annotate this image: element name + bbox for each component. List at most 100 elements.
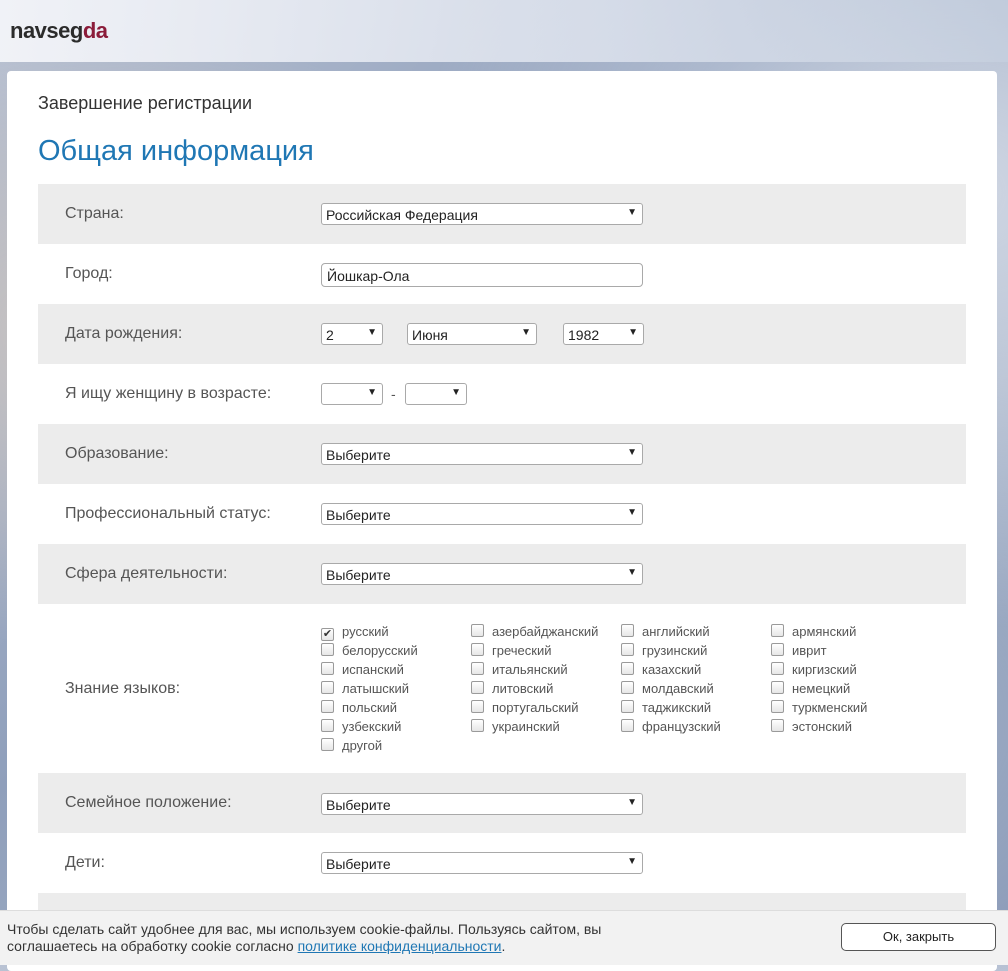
children-select[interactable]: Выберите ▼ — [321, 852, 643, 874]
logo-part-1: navseg — [10, 18, 83, 43]
age-range-label: Я ищу женщину в возрасте: — [65, 385, 272, 402]
language-option[interactable]: немецкий — [771, 681, 850, 699]
language-label: эстонский — [792, 719, 853, 734]
checkbox-icon[interactable] — [471, 643, 484, 656]
prof-status-row: Профессиональный статус: Выберите ▼ — [38, 484, 966, 544]
language-label: итальянский — [492, 662, 568, 677]
cookie-text: Чтобы сделать сайт удобнее для вас, мы и… — [7, 921, 627, 955]
checkbox-icon[interactable] — [621, 643, 634, 656]
page-title: Общая информация — [38, 135, 314, 167]
age-to-select[interactable]: ▼ — [405, 383, 467, 405]
language-option[interactable]: другой — [321, 738, 382, 756]
checkbox-icon[interactable] — [321, 700, 334, 713]
checkbox-icon[interactable] — [621, 681, 634, 694]
checkbox-checked-icon[interactable]: ✔ — [321, 628, 334, 641]
sphere-select[interactable]: Выберите ▼ — [321, 563, 643, 585]
language-label: грузинский — [642, 643, 708, 658]
language-option[interactable]: грузинский — [621, 643, 707, 661]
language-option[interactable]: казахский — [621, 662, 701, 680]
birth-month-select[interactable]: Июня ▼ — [407, 323, 537, 345]
city-input[interactable]: Йошкар-Ола — [321, 263, 643, 287]
chevron-down-icon: ▼ — [627, 797, 637, 808]
sphere-row: Сфера деятельности: Выберите ▼ — [38, 544, 966, 604]
language-option[interactable]: туркменский — [771, 700, 867, 718]
language-label: киргизский — [792, 662, 857, 677]
language-option[interactable]: греческий — [471, 643, 551, 661]
language-option[interactable]: таджикский — [621, 700, 711, 718]
language-label: греческий — [492, 643, 552, 658]
language-label: английский — [642, 624, 710, 639]
language-option[interactable]: литовский — [471, 681, 553, 699]
checkbox-icon[interactable] — [321, 719, 334, 732]
children-value: Выберите — [326, 856, 391, 872]
chevron-down-icon: ▼ — [627, 507, 637, 518]
language-option[interactable]: азербайджанский — [471, 624, 598, 642]
language-option[interactable]: английский — [621, 624, 710, 642]
logo-part-2: da — [82, 18, 108, 43]
language-label: португальский — [492, 700, 579, 715]
checkbox-icon[interactable] — [771, 643, 784, 656]
birth-day-select[interactable]: 2 ▼ — [321, 323, 383, 345]
language-option[interactable]: украинский — [471, 719, 560, 737]
language-option[interactable]: белорусский — [321, 643, 418, 661]
checkbox-icon[interactable] — [321, 643, 334, 656]
city-label: Город: — [65, 265, 113, 282]
checkbox-icon[interactable] — [321, 681, 334, 694]
language-option[interactable]: молдавский — [621, 681, 714, 699]
language-label: русский — [342, 624, 389, 639]
marital-label: Семейное положение: — [65, 794, 232, 811]
checkbox-icon[interactable] — [471, 662, 484, 675]
children-label: Дети: — [65, 854, 105, 871]
sphere-label: Сфера деятельности: — [65, 565, 228, 582]
language-option[interactable]: португальский — [471, 700, 579, 718]
site-logo[interactable]: navsegda — [10, 18, 108, 44]
cookie-close-button[interactable]: Ок, закрыть — [841, 923, 996, 951]
checkbox-icon[interactable] — [471, 700, 484, 713]
language-option[interactable]: итальянский — [471, 662, 568, 680]
language-option[interactable]: иврит — [771, 643, 827, 661]
children-row: Дети: Выберите ▼ — [38, 833, 966, 893]
marital-value: Выберите — [326, 797, 391, 813]
checkbox-icon[interactable] — [621, 700, 634, 713]
language-option[interactable]: польский — [321, 700, 397, 718]
prof-status-label: Профессиональный статус: — [65, 505, 271, 522]
chevron-down-icon: ▼ — [627, 447, 637, 458]
language-option[interactable]: ✔ русский — [321, 624, 389, 642]
birth-year-select[interactable]: 1982 ▼ — [563, 323, 644, 345]
checkbox-icon[interactable] — [621, 662, 634, 675]
marital-select[interactable]: Выберите ▼ — [321, 793, 643, 815]
checkbox-icon[interactable] — [471, 624, 484, 637]
language-label: немецкий — [792, 681, 851, 696]
checkbox-icon[interactable] — [621, 719, 634, 732]
checkbox-icon[interactable] — [771, 681, 784, 694]
language-option[interactable]: эстонский — [771, 719, 852, 737]
chevron-down-icon: ▼ — [367, 387, 377, 398]
checkbox-icon[interactable] — [771, 662, 784, 675]
age-from-select[interactable]: ▼ — [321, 383, 383, 405]
cookie-tail: . — [501, 938, 506, 954]
languages-row: Знание языков: ✔ русский белорусский испанс… — [38, 604, 966, 773]
country-select[interactable]: Российская Федерация ▼ — [321, 203, 643, 225]
cookie-banner: Чтобы сделать сайт удобнее для вас, мы и… — [0, 910, 1008, 965]
prof-status-select[interactable]: Выберите ▼ — [321, 503, 643, 525]
checkbox-icon[interactable] — [771, 700, 784, 713]
language-option[interactable]: латышский — [321, 681, 409, 699]
checkbox-icon[interactable] — [471, 681, 484, 694]
language-label: узбекский — [342, 719, 402, 734]
language-label: туркменский — [792, 700, 868, 715]
language-option[interactable]: киргизский — [771, 662, 857, 680]
language-label: молдавский — [642, 681, 714, 696]
checkbox-icon[interactable] — [771, 624, 784, 637]
checkbox-icon[interactable] — [621, 624, 634, 637]
language-option[interactable]: армянский — [771, 624, 856, 642]
checkbox-icon[interactable] — [321, 738, 334, 751]
language-option[interactable]: узбекский — [321, 719, 401, 737]
checkbox-icon[interactable] — [771, 719, 784, 732]
language-option[interactable]: испанский — [321, 662, 404, 680]
language-option[interactable]: французский — [621, 719, 721, 737]
checkbox-icon[interactable] — [471, 719, 484, 732]
privacy-policy-link[interactable]: политике конфиденциальности — [298, 938, 502, 954]
checkbox-icon[interactable] — [321, 662, 334, 675]
sphere-value: Выберите — [326, 567, 391, 583]
education-select[interactable]: Выберите ▼ — [321, 443, 643, 465]
